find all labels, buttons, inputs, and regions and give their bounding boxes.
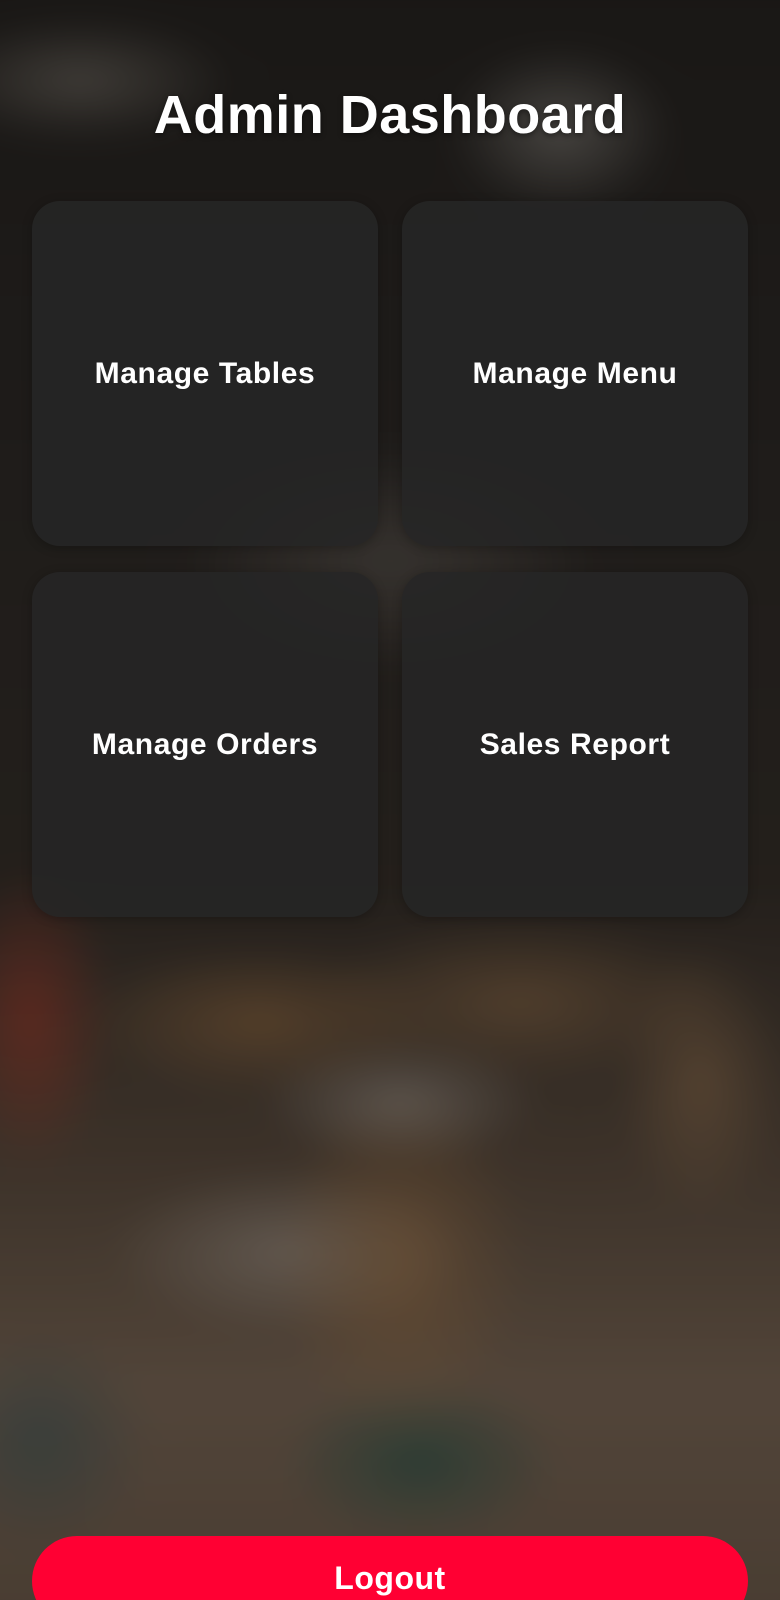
manage-orders-button[interactable]: Manage Orders <box>32 572 378 917</box>
page-title: Admin Dashboard <box>153 85 627 145</box>
dashboard-grid: Manage Tables Manage Menu Manage Orders … <box>32 201 748 917</box>
manage-tables-button[interactable]: Manage Tables <box>32 201 378 546</box>
sales-report-button[interactable]: Sales Report <box>402 572 748 917</box>
admin-dashboard-screen: Admin Dashboard Manage Tables Manage Men… <box>0 0 780 1600</box>
logout-button[interactable]: Logout <box>32 1536 748 1600</box>
manage-menu-button[interactable]: Manage Menu <box>402 201 748 546</box>
